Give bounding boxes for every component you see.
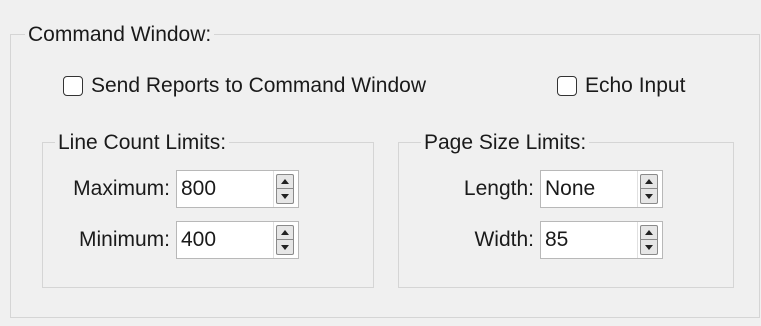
triangle-up-icon bbox=[645, 230, 653, 235]
echo-input-checkbox[interactable]: Echo Input bbox=[557, 74, 685, 98]
length-spin-buttons bbox=[637, 171, 662, 207]
width-spinbox[interactable]: 85 bbox=[540, 221, 663, 259]
send-reports-checkbox[interactable]: Send Reports to Command Window bbox=[63, 74, 426, 98]
length-label: Length: bbox=[463, 177, 534, 200]
minimum-value[interactable]: 400 bbox=[177, 222, 273, 258]
triangle-down-icon bbox=[645, 244, 653, 250]
maximum-up-button[interactable] bbox=[276, 174, 294, 189]
triangle-up-icon bbox=[645, 179, 653, 184]
width-value[interactable]: 85 bbox=[541, 222, 637, 258]
echo-input-checkbox-box[interactable] bbox=[557, 76, 577, 96]
send-reports-label: Send Reports to Command Window bbox=[91, 74, 426, 97]
length-spinbox[interactable]: None bbox=[540, 170, 663, 208]
minimum-spin-buttons bbox=[273, 222, 298, 258]
width-row: Width: 85 bbox=[420, 221, 663, 259]
maximum-spinbox[interactable]: 800 bbox=[176, 170, 299, 208]
line-count-limits-title: Line Count Limits: bbox=[55, 130, 230, 156]
maximum-value[interactable]: 800 bbox=[177, 171, 273, 207]
width-label: Width: bbox=[474, 228, 534, 251]
width-up-button[interactable] bbox=[640, 225, 658, 240]
triangle-up-icon bbox=[281, 230, 289, 235]
triangle-down-icon bbox=[281, 193, 289, 199]
line-count-limits-group: Line Count Limits: bbox=[42, 130, 374, 288]
maximum-spin-buttons bbox=[273, 171, 298, 207]
width-spin-buttons bbox=[637, 222, 662, 258]
minimum-up-button[interactable] bbox=[276, 225, 294, 240]
echo-input-label: Echo Input bbox=[585, 74, 686, 97]
length-row: Length: None bbox=[420, 170, 663, 208]
length-value[interactable]: None bbox=[541, 171, 637, 207]
minimum-label: Minimum: bbox=[78, 228, 170, 251]
command-window-title: Command Window: bbox=[25, 22, 215, 48]
maximum-label: Maximum: bbox=[73, 177, 170, 200]
minimum-down-button[interactable] bbox=[276, 240, 294, 255]
width-down-button[interactable] bbox=[640, 240, 658, 255]
length-down-button[interactable] bbox=[640, 189, 658, 204]
length-up-button[interactable] bbox=[640, 174, 658, 189]
triangle-up-icon bbox=[281, 179, 289, 184]
page-size-limits-group: Page Size Limits: bbox=[398, 130, 734, 288]
triangle-down-icon bbox=[281, 244, 289, 250]
page-size-limits-title: Page Size Limits: bbox=[421, 130, 590, 156]
triangle-down-icon bbox=[645, 193, 653, 199]
send-reports-checkbox-box[interactable] bbox=[63, 76, 83, 96]
minimum-spinbox[interactable]: 400 bbox=[176, 221, 299, 259]
maximum-down-button[interactable] bbox=[276, 189, 294, 204]
maximum-row: Maximum: 800 bbox=[60, 170, 299, 208]
minimum-row: Minimum: 400 bbox=[60, 221, 299, 259]
